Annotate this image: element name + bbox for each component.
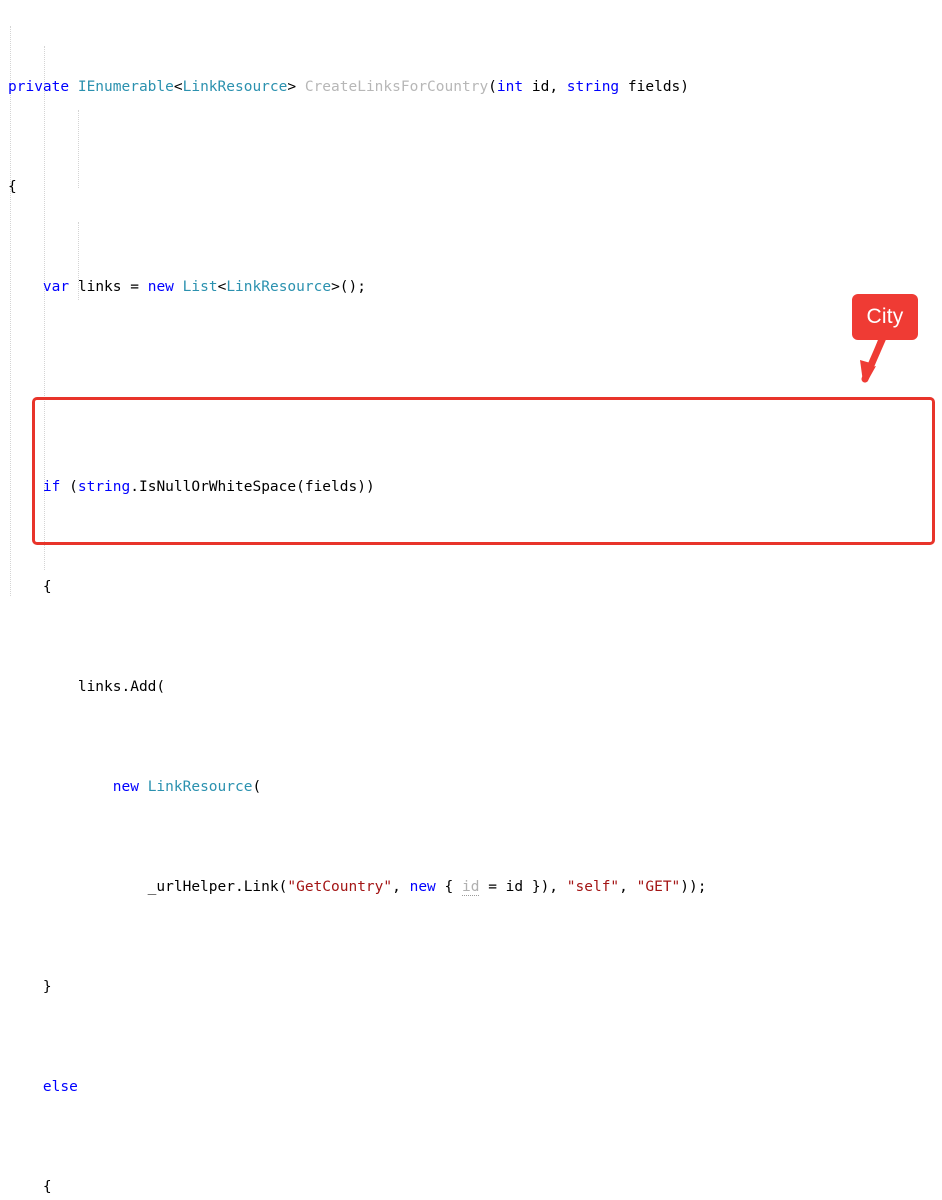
token-dimmed-identifier: id	[462, 879, 480, 896]
token-punct: = id }),	[479, 879, 567, 895]
code-line[interactable]: {	[0, 175, 942, 200]
code-line[interactable]: }	[0, 975, 942, 1000]
code-line[interactable]: links.Add(	[0, 675, 942, 700]
code-line[interactable]: var links = new List<LinkResource>();	[0, 275, 942, 300]
token-identifier: links	[77, 279, 122, 295]
callout-label-city: City	[852, 294, 918, 340]
token-identifier: id	[531, 79, 550, 95]
token-punct: >();	[331, 279, 366, 295]
token-method-name: CreateLinksForCountry	[304, 79, 489, 95]
code-line[interactable]: _urlHelper.Link("GetCountry", new { id =…	[0, 875, 942, 900]
token-identifier: fields	[627, 79, 681, 95]
token-operator: =	[130, 279, 139, 295]
token-brace: }	[8, 979, 52, 995]
token-string: "GET"	[636, 879, 681, 895]
token-punct: (	[69, 479, 78, 495]
token-type: IEnumerable	[77, 79, 174, 95]
token-keyword: var	[42, 279, 70, 295]
token-punct: ,	[549, 79, 567, 95]
token-brace: {	[8, 579, 52, 595]
token-punct: <	[173, 79, 183, 95]
token-punct: <	[217, 279, 227, 295]
token-punct: (	[252, 779, 262, 795]
token-type: LinkResource	[226, 279, 332, 295]
token-keyword: if	[42, 479, 61, 495]
token-keyword: new	[147, 279, 174, 295]
code-block[interactable]: private IEnumerable<LinkResource> Create…	[0, 0, 942, 1200]
code-line-blank[interactable]	[0, 375, 942, 400]
token-keyword: else	[42, 1079, 78, 1095]
code-line[interactable]: new LinkResource(	[0, 775, 942, 800]
token-punct: (	[488, 79, 497, 95]
token-punct: ));	[680, 879, 707, 895]
token-identifier: .IsNullOrWhiteSpace(fields))	[130, 479, 375, 495]
token-punct: {	[444, 879, 462, 895]
token-type: LinkResource	[147, 779, 253, 795]
token-punct: >	[287, 79, 297, 95]
code-line[interactable]: {	[0, 1175, 942, 1200]
token-punct: ,	[619, 879, 637, 895]
token-keyword: new	[409, 879, 436, 895]
token-type: List	[182, 279, 218, 295]
token-string: "GetCountry"	[287, 879, 393, 895]
token-brace: {	[8, 179, 17, 195]
token-string: "self"	[566, 879, 620, 895]
code-editor-surface[interactable]: private IEnumerable<LinkResource> Create…	[0, 0, 942, 1195]
token-keyword: string	[77, 479, 131, 495]
token-identifier: _urlHelper.Link(	[8, 879, 288, 895]
token-keyword: private	[8, 79, 70, 95]
code-line[interactable]: private IEnumerable<LinkResource> Create…	[0, 75, 942, 100]
token-brace: {	[8, 1179, 52, 1195]
token-punct: )	[680, 79, 690, 95]
code-line[interactable]: {	[0, 575, 942, 600]
token-keyword: string	[566, 79, 620, 95]
token-keyword: int	[496, 79, 524, 95]
code-line[interactable]: else	[0, 1075, 942, 1100]
code-line[interactable]: if (string.IsNullOrWhiteSpace(fields))	[0, 475, 942, 500]
token-type: LinkResource	[182, 79, 288, 95]
token-identifier: links.Add(	[8, 679, 166, 695]
token-punct: ,	[392, 879, 410, 895]
token-keyword: new	[112, 779, 139, 795]
